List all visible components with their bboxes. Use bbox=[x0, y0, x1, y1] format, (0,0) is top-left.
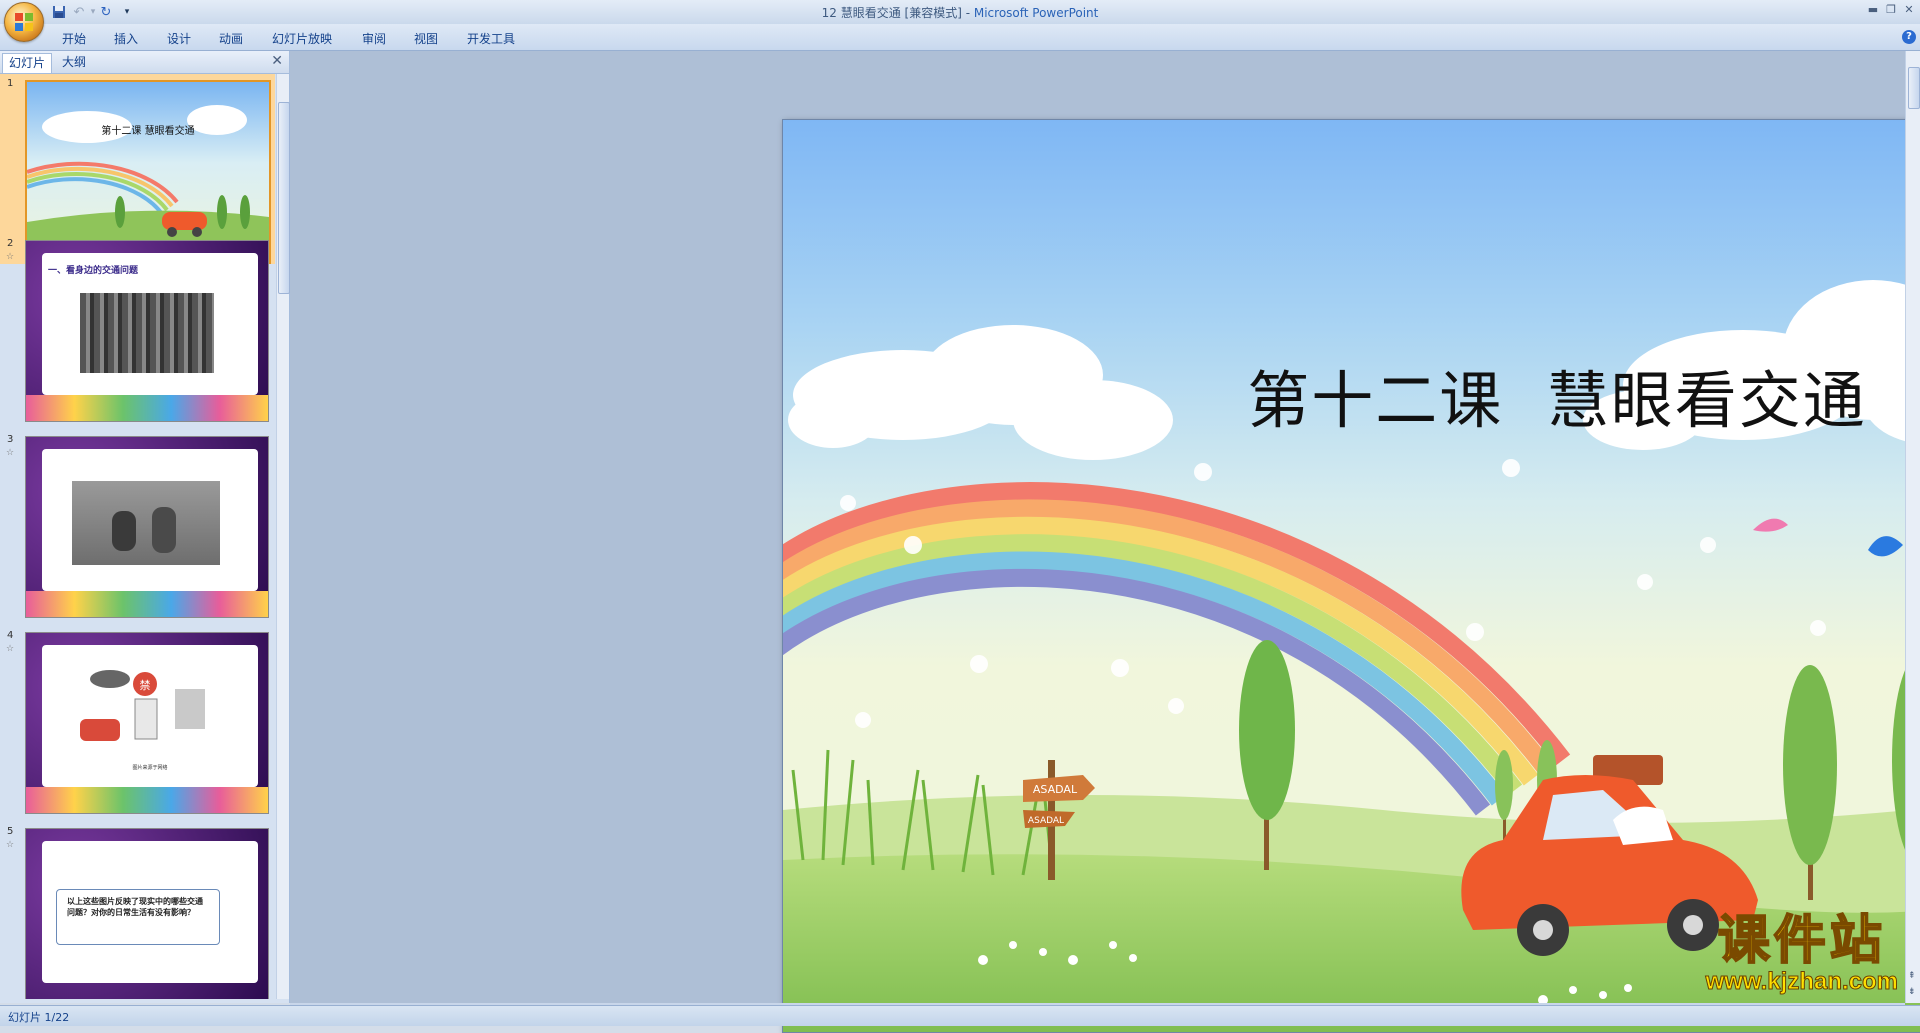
tab-design[interactable]: 设计 bbox=[167, 30, 191, 47]
slide-title[interactable]: 第十二课 慧眼看交通 bbox=[783, 350, 1920, 440]
ribbon-tabs: 开始 插入 设计 动画 幻灯片放映 审阅 视图 开发工具 ? bbox=[0, 24, 1920, 51]
thumbnail-3[interactable]: 3 ☆ bbox=[0, 430, 275, 620]
thumbnail-image bbox=[25, 436, 269, 618]
close-panel-icon[interactable]: ✕ bbox=[271, 53, 283, 69]
tab-outline[interactable]: 大纲 bbox=[56, 53, 92, 72]
traffic-jam-photo bbox=[80, 293, 214, 373]
prev-slide-icon[interactable]: ⇞ bbox=[1908, 971, 1916, 981]
slide-number: 3 bbox=[7, 434, 14, 445]
tab-view[interactable]: 视图 bbox=[414, 30, 438, 47]
thumbnail-4-caption: 图片来源于网络 bbox=[132, 764, 167, 771]
scrollbar-thumb[interactable] bbox=[1908, 67, 1920, 109]
window-title: 12 慧眼看交通 [兼容模式] - Microsoft PowerPoint bbox=[821, 6, 1099, 20]
tab-home[interactable]: 开始 bbox=[62, 30, 86, 47]
status-bar: 幻灯片 1/22 bbox=[0, 1005, 1920, 1026]
sign-bottom-label: ASADAL bbox=[1028, 816, 1064, 826]
thumbnail-5-scroll: 以上这些图片反映了现实中的哪些交通问题？对你的日常生活有没有影响？ bbox=[56, 889, 220, 945]
watermark-logo: 课件站 www.kjzhan.com bbox=[1705, 911, 1898, 995]
tab-slides[interactable]: 幻灯片 bbox=[2, 53, 53, 73]
restore-icon[interactable]: ❐ bbox=[1882, 2, 1900, 18]
close-icon[interactable]: ✕ bbox=[1900, 2, 1918, 18]
thumbnail-image: 一、看身边的交通问题 bbox=[25, 240, 269, 422]
traffic-cartoon: 禁 图片来源于网络 bbox=[80, 670, 205, 771]
thumbnail-scrollbar[interactable] bbox=[276, 74, 290, 999]
tab-insert[interactable]: 插入 bbox=[114, 30, 138, 47]
office-logo-icon bbox=[15, 13, 33, 31]
slide-editing-area: ASADAL ASADAL 第十二课 慧眼看交通 bbox=[290, 51, 1920, 1033]
minimize-icon[interactable]: ▬ bbox=[1864, 2, 1882, 18]
animation-star-icon: ☆ bbox=[6, 644, 15, 654]
slide-number: 1 bbox=[7, 78, 14, 89]
thumbnail-1-title: 第十二课 慧眼看交通 bbox=[101, 124, 194, 137]
thumbnail-list: 1 第十二课 慧眼看交通 2 ☆ 一、看身边的交通问题 3 ☆ 4 ☆ 禁 图片… bbox=[0, 74, 275, 999]
next-slide-icon[interactable]: ⇟ bbox=[1908, 987, 1916, 997]
slide-scrollbar[interactable]: ⇞ ⇟ bbox=[1905, 51, 1920, 1003]
slide-counter: 幻灯片 1/22 bbox=[8, 1011, 70, 1024]
thumbnail-image: 禁 图片来源于网络 bbox=[25, 632, 269, 814]
help-icon[interactable]: ? bbox=[1902, 30, 1916, 44]
slide-number: 4 bbox=[7, 630, 14, 641]
office-button[interactable] bbox=[4, 2, 44, 42]
tab-slideshow[interactable]: 幻灯片放映 bbox=[272, 30, 332, 47]
panel-tabs: 幻灯片 大纲 ✕ bbox=[0, 51, 289, 74]
thumbnail-5[interactable]: 5 ☆ 以上这些图片反映了现实中的哪些交通问题？对你的日常生活有没有影响？ bbox=[0, 822, 275, 999]
smog-photo bbox=[72, 481, 220, 565]
thumbnail-4-sign: 禁 bbox=[140, 679, 151, 692]
scrollbar-thumb[interactable] bbox=[278, 102, 290, 294]
current-slide[interactable]: ASADAL ASADAL 第十二课 慧眼看交通 bbox=[782, 119, 1920, 1033]
watermark-cn: 课件站 bbox=[1717, 911, 1886, 971]
slides-panel: 幻灯片 大纲 ✕ 1 第十二课 慧眼看交通 2 ☆ 一、看身边的交通问题 3 ☆… bbox=[0, 51, 290, 1003]
sign-top-label: ASADAL bbox=[1033, 783, 1078, 796]
thumbnail-image: 以上这些图片反映了现实中的哪些交通问题？对你的日常生活有没有影响？ bbox=[25, 828, 269, 999]
animation-star-icon: ☆ bbox=[6, 840, 15, 850]
slide-number: 2 bbox=[7, 238, 14, 249]
tab-animation[interactable]: 动画 bbox=[219, 30, 243, 47]
animation-star-icon: ☆ bbox=[6, 448, 15, 458]
thumbnail-5-text: 以上这些图片反映了现实中的哪些交通问题？对你的日常生活有没有影响？ bbox=[67, 897, 203, 917]
animation-star-icon: ☆ bbox=[6, 252, 15, 262]
slide-background: ASADAL ASADAL bbox=[783, 120, 1920, 1032]
tab-developer[interactable]: 开发工具 bbox=[467, 30, 515, 47]
thumbnail-2-heading: 一、看身边的交通问题 bbox=[48, 266, 139, 276]
tab-review[interactable]: 审阅 bbox=[362, 30, 386, 47]
title-bar: ↶ ▾ ↻ ▾ 12 慧眼看交通 [兼容模式] - Microsoft Powe… bbox=[0, 0, 1920, 25]
thumbnail-4[interactable]: 4 ☆ 禁 图片来源于网络 bbox=[0, 626, 275, 816]
watermark-url: www.kjzhan.com bbox=[1705, 968, 1898, 995]
slide-number: 5 bbox=[7, 826, 14, 837]
thumbnail-2[interactable]: 2 ☆ 一、看身边的交通问题 bbox=[0, 234, 275, 424]
